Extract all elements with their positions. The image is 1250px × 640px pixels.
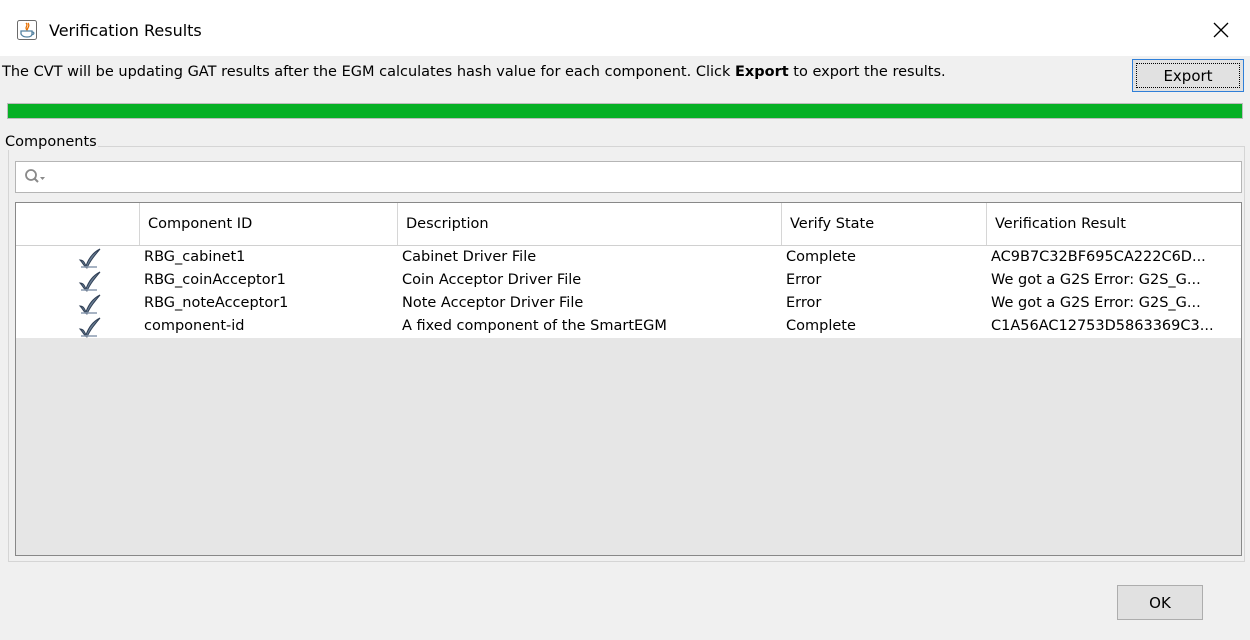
- row-icon-cell: [16, 269, 140, 292]
- message-export-keyword: Export: [735, 64, 789, 80]
- message-text-end: to export the results.: [788, 64, 946, 80]
- verification-results-dialog: Verification Results The CVT will be upd…: [0, 0, 1250, 640]
- ok-button-label: OK: [1149, 593, 1171, 612]
- window-title: Verification Results: [49, 21, 202, 40]
- components-group-label: Components: [4, 134, 98, 150]
- components-table: Component ID Description Verify State Ve…: [15, 202, 1242, 556]
- description-cell: Cabinet Driver File: [402, 249, 537, 265]
- table-body: RBG_cabinet1 Cabinet Driver File Complet…: [16, 246, 1241, 338]
- column-header-description[interactable]: Description: [398, 203, 782, 245]
- close-button[interactable]: [1200, 12, 1242, 48]
- column-header-verify-state[interactable]: Verify State: [782, 203, 987, 245]
- verify-state-cell: Complete: [786, 249, 856, 265]
- title-bar: Verification Results: [0, 0, 1250, 56]
- verification-result-cell: AC9B7C32BF695CA222C6D...: [991, 249, 1206, 265]
- row-icon-cell: [16, 315, 140, 338]
- table-row[interactable]: RBG_cabinet1 Cabinet Driver File Complet…: [16, 246, 1241, 269]
- java-app-icon: [17, 20, 37, 40]
- focus-rect: [1136, 63, 1240, 88]
- check-icon: [78, 248, 101, 269]
- verification-result-cell: C1A56AC12753D5863369C3...: [991, 318, 1214, 334]
- column-header-verification-result[interactable]: Verification Result: [987, 203, 1241, 245]
- verify-state-cell: Complete: [786, 318, 856, 334]
- component-id-cell: RBG_cabinet1: [144, 249, 246, 265]
- export-button[interactable]: Export: [1132, 59, 1244, 92]
- search-icon[interactable]: [24, 168, 46, 186]
- description-cell: Note Acceptor Driver File: [402, 295, 584, 311]
- progress-bar: [7, 103, 1243, 119]
- check-icon: [78, 317, 101, 338]
- row-icon-cell: [16, 246, 140, 269]
- component-id-cell: RBG_noteAcceptor1: [144, 295, 289, 311]
- verify-state-cell: Error: [786, 272, 822, 288]
- progress-fill: [8, 104, 1242, 118]
- close-icon: [1213, 22, 1229, 38]
- component-id-cell: RBG_coinAcceptor1: [144, 272, 286, 288]
- table-row[interactable]: RBG_noteAcceptor1 Note Acceptor Driver F…: [16, 292, 1241, 315]
- verify-state-cell: Error: [786, 295, 822, 311]
- ok-button[interactable]: OK: [1117, 585, 1203, 620]
- description-cell: A fixed component of the SmartEGM: [402, 318, 667, 334]
- column-header-icon[interactable]: [16, 203, 140, 245]
- verification-result-cell: We got a G2S Error: G2S_G...: [991, 295, 1201, 311]
- table-row[interactable]: RBG_coinAcceptor1 Coin Acceptor Driver F…: [16, 269, 1241, 292]
- column-header-component-id[interactable]: Component ID: [140, 203, 398, 245]
- check-icon: [78, 294, 101, 315]
- description-cell: Coin Acceptor Driver File: [402, 272, 582, 288]
- row-icon-cell: [16, 292, 140, 315]
- table-row[interactable]: component-id A fixed component of the Sm…: [16, 315, 1241, 338]
- check-icon: [78, 271, 101, 292]
- message-text: The CVT will be updating GAT results aft…: [2, 64, 736, 80]
- search-field[interactable]: [15, 161, 1242, 193]
- instruction-message: The CVT will be updating GAT results aft…: [2, 64, 946, 80]
- table-header: Component ID Description Verify State Ve…: [16, 203, 1241, 246]
- verification-result-cell: We got a G2S Error: G2S_G...: [991, 272, 1201, 288]
- component-id-cell: component-id: [144, 318, 245, 334]
